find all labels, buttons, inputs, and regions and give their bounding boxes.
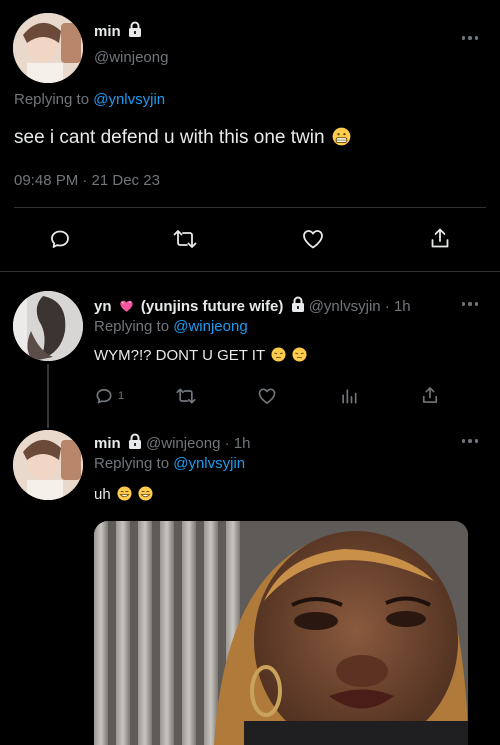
tweet-text-line: see i cant defend u with this one twin: [14, 127, 351, 149]
avatar-min[interactable]: [13, 430, 83, 500]
like-icon: [303, 230, 323, 249]
avatar-photo: [13, 13, 83, 83]
replying-to-line: Replying to @winjeong: [94, 318, 248, 335]
replying-to-label: Replying to: [94, 455, 170, 472]
replying-to-handle[interactable]: @winjeong: [173, 318, 247, 335]
share-button[interactable]: [420, 385, 440, 405]
retweet-icon: [176, 388, 196, 404]
replying-to-line: Replying to @ynlvsyjin: [14, 91, 165, 108]
display-name[interactable]: yn: [94, 298, 112, 315]
handle[interactable]: @winjeong: [94, 49, 168, 66]
lock-icon: [128, 433, 141, 449]
replying-to-line: Replying to @ynlvsyjin: [94, 455, 245, 472]
replying-to-handle[interactable]: @ynlvsyjin: [93, 91, 165, 108]
media-photo: [94, 521, 468, 745]
share-icon: [422, 387, 438, 403]
replying-to-handle[interactable]: @ynlvsyjin: [173, 455, 245, 472]
analytics-icon: [342, 389, 357, 404]
retweet-icon: [173, 230, 197, 248]
more-icon[interactable]: [458, 300, 482, 308]
tweet-text-line: uh: [94, 486, 153, 503]
handle[interactable]: @ynlvsyjin: [309, 298, 381, 315]
reply-button[interactable]: [48, 227, 72, 251]
like-button[interactable]: [301, 227, 325, 251]
pensive-emoji-icon: [292, 347, 307, 362]
retweet-button[interactable]: [175, 386, 197, 406]
pink-heart-icon: [120, 300, 133, 312]
display-name[interactable]: min: [94, 23, 121, 40]
retweet-button[interactable]: [172, 227, 198, 251]
tweet-timestamp[interactable]: 09:48 PM · 21 Dec 23: [14, 172, 160, 189]
share-icon: [431, 228, 449, 248]
replying-to-label: Replying to: [14, 91, 90, 108]
reply-count: 1: [118, 390, 125, 402]
thread-line: [47, 364, 49, 428]
replying-to-label: Replying to: [94, 318, 170, 335]
display-name[interactable]: min: [94, 435, 121, 452]
divider: [14, 207, 486, 208]
tweet-text: WYM?!? DONT U GET IT: [94, 347, 265, 364]
handle[interactable]: @winjeong: [146, 435, 220, 452]
avatar-min[interactable]: [13, 13, 83, 83]
tweet-text: see i cant defend u with this one twin: [14, 127, 325, 148]
more-icon[interactable]: [458, 437, 482, 445]
avatar-photo: [13, 430, 83, 500]
tweet-time[interactable]: · 1h: [385, 298, 411, 315]
grimace-emoji-icon: [332, 127, 351, 146]
like-icon: [258, 388, 276, 404]
more-icon[interactable]: [458, 34, 482, 42]
tweet-media-image[interactable]: [94, 521, 468, 745]
pensive-emoji-icon: [271, 347, 286, 362]
tweet-time[interactable]: · 1h: [225, 435, 251, 452]
tweet-text: uh: [94, 486, 111, 503]
grin-emoji-icon: [138, 486, 153, 501]
reply-icon: [96, 388, 112, 404]
reply-icon: [51, 230, 69, 248]
avatar-yn[interactable]: [13, 291, 83, 361]
share-button[interactable]: [428, 226, 452, 250]
display-name-suffix[interactable]: (yunjins future wife): [141, 298, 284, 315]
grin-emoji-icon: [117, 486, 132, 501]
lock-icon: [128, 21, 141, 37]
analytics-button[interactable]: [339, 386, 359, 406]
like-button[interactable]: [257, 386, 277, 406]
reply2-header: min @winjeong · 1h: [94, 433, 250, 452]
divider: [0, 271, 500, 272]
reply-button[interactable]: 1: [94, 386, 124, 406]
reply1-header: yn (yunjins future wife) @ynlvsyjin · 1h: [94, 296, 411, 315]
lock-icon: [291, 296, 304, 312]
tweet-text-line: WYM?!? DONT U GET IT: [94, 347, 307, 364]
avatar-photo: [13, 291, 83, 361]
